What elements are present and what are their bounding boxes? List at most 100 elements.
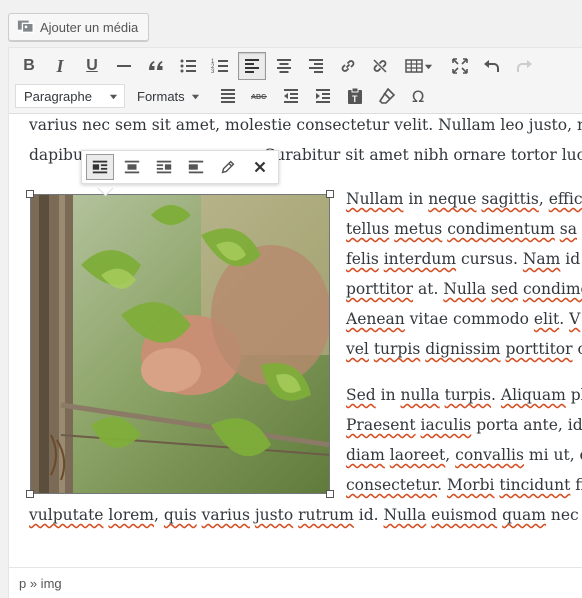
misspelled-word: Praesent	[346, 416, 416, 434]
align-right-image-icon	[156, 160, 172, 174]
svg-text:3: 3	[211, 69, 215, 75]
format-select[interactable]: Paragraphe	[15, 84, 125, 108]
table-icon	[404, 59, 423, 73]
underline-button[interactable]: U	[78, 52, 106, 80]
misspelled-word: rutrum	[298, 506, 354, 524]
text-line: diam laoreet, convallis mi ut, e	[346, 446, 582, 464]
formats-label: Formats	[137, 88, 185, 104]
resize-handle[interactable]	[326, 190, 334, 198]
misspelled-word: tincidunt	[499, 476, 571, 494]
strikethrough-button[interactable]: ABC	[245, 82, 273, 110]
align-center-image-icon	[124, 160, 140, 174]
image-edit-button[interactable]	[214, 154, 242, 180]
blockquote-button[interactable]	[142, 52, 170, 80]
horizontal-line-button[interactable]	[110, 52, 138, 80]
text-line: vel turpis dignissim porttitor c	[346, 340, 582, 358]
text-segment: in	[403, 190, 429, 208]
misspelled-word: Nulla	[443, 280, 487, 298]
special-character-button[interactable]: Ω	[405, 82, 433, 110]
resize-handle[interactable]	[326, 490, 334, 498]
misspelled-word: lorem	[108, 506, 154, 524]
redo-button[interactable]	[510, 52, 538, 80]
editor-content[interactable]: varius nec sem sit amet, molestie consec…	[9, 114, 582, 567]
resize-handle[interactable]	[26, 490, 34, 498]
bullet-list-button[interactable]	[174, 52, 202, 80]
image-remove-button[interactable]	[246, 154, 274, 180]
fullscreen-icon	[452, 58, 468, 74]
align-right-button[interactable]	[302, 52, 330, 80]
misspelled-word: sagittis	[481, 190, 539, 208]
image-align-right-button[interactable]	[150, 154, 178, 180]
add-media-button[interactable]: Ajouter un média	[8, 13, 150, 41]
remove-link-button[interactable]	[366, 52, 394, 80]
chevron-down-icon	[109, 94, 118, 99]
image-align-none-button[interactable]	[182, 154, 210, 180]
editor: B I U 123 Paragraphe Formats ABC T Ω var…	[8, 47, 582, 598]
text-segment: .	[437, 476, 447, 494]
add-media-label: Ajouter un média	[40, 19, 139, 35]
image-toolbar	[81, 150, 279, 184]
quote-icon	[149, 61, 163, 70]
clear-formatting-button[interactable]	[373, 82, 401, 110]
text-line: tellus metus condimentum sa	[346, 220, 577, 238]
align-left-button[interactable]	[238, 52, 266, 80]
misspelled-word: porttitor	[505, 340, 573, 358]
text-line: vulputate lorem, quis varius justo rutru…	[29, 506, 579, 524]
italic-button[interactable]: I	[46, 52, 74, 80]
status-bar: p » img	[9, 567, 582, 598]
text-line: varius nec sem sit amet, molestie consec…	[29, 116, 582, 134]
misspelled-word: sa	[559, 220, 577, 238]
text-segment: fi	[575, 476, 582, 494]
align-right-icon	[309, 59, 323, 73]
outdent-icon	[284, 89, 298, 103]
vineyard-image[interactable]	[30, 194, 330, 494]
text-segment: cursus.	[456, 250, 523, 268]
unlink-icon	[373, 59, 387, 73]
bold-button[interactable]: B	[15, 52, 43, 80]
align-center-button[interactable]	[270, 52, 298, 80]
underline-label: U	[86, 57, 98, 74]
text-segment: ,	[445, 446, 456, 464]
insert-link-button[interactable]	[334, 52, 362, 80]
chevron-down-icon	[191, 94, 199, 99]
text-segment: .	[491, 386, 501, 404]
table-button[interactable]	[398, 52, 438, 80]
misspelled-word: nulla	[400, 386, 440, 404]
text-segment: ,	[538, 190, 549, 208]
fullscreen-button[interactable]	[446, 52, 474, 80]
outdent-button[interactable]	[277, 82, 305, 110]
misspelled-word: Aenean	[346, 310, 405, 328]
misspelled-word: felis	[346, 250, 379, 268]
misspelled-word: porttitor	[346, 280, 414, 298]
misspelled-word: tellus	[346, 220, 390, 238]
bold-label: B	[23, 57, 35, 74]
image-align-center-button[interactable]	[118, 154, 146, 180]
text-segment: pl	[570, 386, 582, 404]
vineyard-photo	[31, 195, 329, 493]
indent-button[interactable]	[309, 82, 337, 110]
resize-handle[interactable]	[26, 190, 34, 198]
misspelled-word: laoreet	[389, 446, 446, 464]
text-segment: at.	[413, 280, 444, 298]
formats-dropdown[interactable]: Formats	[137, 86, 200, 106]
misspelled-word: vulputate	[29, 506, 104, 524]
text-segment: .	[559, 310, 570, 328]
text-line: Sed in nulla turpis. Aliquam pl	[346, 386, 582, 404]
undo-icon	[484, 60, 499, 72]
paste-text-button[interactable]: T	[341, 82, 369, 110]
undo-button[interactable]	[478, 52, 506, 80]
misspelled-word: V	[569, 310, 581, 328]
misspelled-word: turpis	[373, 340, 421, 358]
numbered-list-button[interactable]: 123	[206, 52, 234, 80]
align-justify-button[interactable]	[214, 82, 242, 110]
misspelled-word: consectetur	[346, 476, 438, 494]
image-align-left-button[interactable]	[86, 154, 114, 180]
element-path: p » img	[19, 575, 62, 591]
misspelled-word: condimentum	[447, 220, 555, 238]
text-segment: porta ante, id	[471, 416, 582, 434]
chevron-down-icon	[424, 64, 432, 69]
indent-icon	[316, 89, 330, 103]
misspelled-word: quam	[502, 506, 546, 524]
misspelled-word: vel	[346, 340, 369, 358]
misspelled-word: Aliquam	[500, 386, 566, 404]
